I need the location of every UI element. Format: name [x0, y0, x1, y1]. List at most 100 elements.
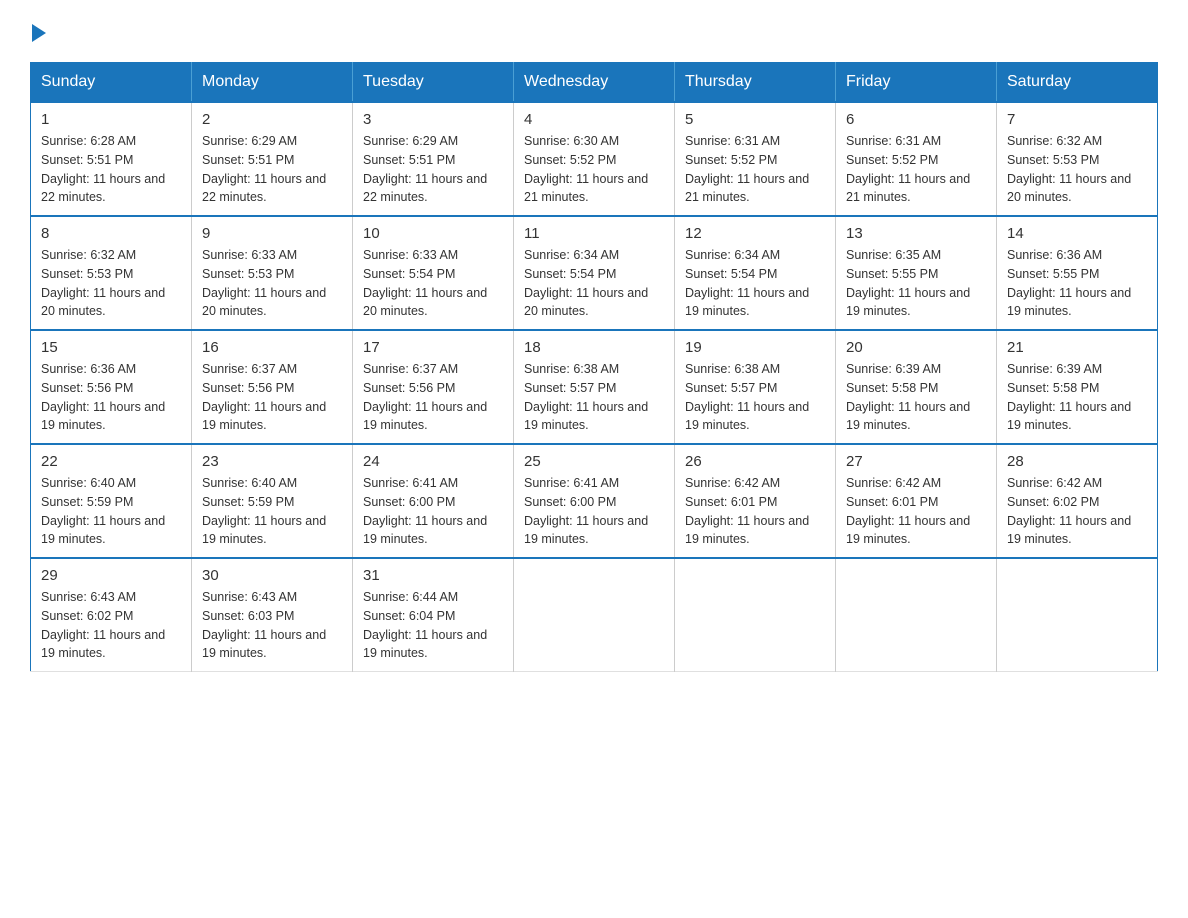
- day-info: Sunrise: 6:32 AM Sunset: 5:53 PM Dayligh…: [41, 246, 181, 321]
- day-number: 16: [202, 339, 342, 356]
- day-number: 27: [846, 453, 986, 470]
- day-number: 15: [41, 339, 181, 356]
- day-info: Sunrise: 6:36 AM Sunset: 5:56 PM Dayligh…: [41, 360, 181, 435]
- day-info: Sunrise: 6:41 AM Sunset: 6:00 PM Dayligh…: [363, 474, 503, 549]
- calendar-cell: 29 Sunrise: 6:43 AM Sunset: 6:02 PM Dayl…: [31, 558, 192, 672]
- day-info: Sunrise: 6:42 AM Sunset: 6:01 PM Dayligh…: [846, 474, 986, 549]
- calendar-cell: [997, 558, 1158, 672]
- page-header: [30, 20, 1158, 42]
- calendar-cell: 2 Sunrise: 6:29 AM Sunset: 5:51 PM Dayli…: [192, 102, 353, 216]
- calendar-cell: 31 Sunrise: 6:44 AM Sunset: 6:04 PM Dayl…: [353, 558, 514, 672]
- calendar-cell: 3 Sunrise: 6:29 AM Sunset: 5:51 PM Dayli…: [353, 102, 514, 216]
- calendar-table: SundayMondayTuesdayWednesdayThursdayFrid…: [30, 62, 1158, 672]
- day-number: 3: [363, 111, 503, 128]
- day-info: Sunrise: 6:30 AM Sunset: 5:52 PM Dayligh…: [524, 132, 664, 207]
- day-info: Sunrise: 6:37 AM Sunset: 5:56 PM Dayligh…: [202, 360, 342, 435]
- calendar-week-row: 8 Sunrise: 6:32 AM Sunset: 5:53 PM Dayli…: [31, 216, 1158, 330]
- calendar-cell: 25 Sunrise: 6:41 AM Sunset: 6:00 PM Dayl…: [514, 444, 675, 558]
- calendar-week-row: 22 Sunrise: 6:40 AM Sunset: 5:59 PM Dayl…: [31, 444, 1158, 558]
- day-number: 13: [846, 225, 986, 242]
- calendar-cell: 4 Sunrise: 6:30 AM Sunset: 5:52 PM Dayli…: [514, 102, 675, 216]
- day-number: 23: [202, 453, 342, 470]
- day-number: 5: [685, 111, 825, 128]
- calendar-cell: 30 Sunrise: 6:43 AM Sunset: 6:03 PM Dayl…: [192, 558, 353, 672]
- day-number: 18: [524, 339, 664, 356]
- day-info: Sunrise: 6:29 AM Sunset: 5:51 PM Dayligh…: [363, 132, 503, 207]
- day-info: Sunrise: 6:28 AM Sunset: 5:51 PM Dayligh…: [41, 132, 181, 207]
- calendar-cell: 21 Sunrise: 6:39 AM Sunset: 5:58 PM Dayl…: [997, 330, 1158, 444]
- calendar-cell: 10 Sunrise: 6:33 AM Sunset: 5:54 PM Dayl…: [353, 216, 514, 330]
- day-info: Sunrise: 6:34 AM Sunset: 5:54 PM Dayligh…: [685, 246, 825, 321]
- calendar-cell: 6 Sunrise: 6:31 AM Sunset: 5:52 PM Dayli…: [836, 102, 997, 216]
- day-number: 11: [524, 225, 664, 242]
- day-info: Sunrise: 6:32 AM Sunset: 5:53 PM Dayligh…: [1007, 132, 1147, 207]
- calendar-cell: [514, 558, 675, 672]
- day-number: 30: [202, 567, 342, 584]
- day-number: 9: [202, 225, 342, 242]
- calendar-cell: 16 Sunrise: 6:37 AM Sunset: 5:56 PM Dayl…: [192, 330, 353, 444]
- calendar-cell: [675, 558, 836, 672]
- day-info: Sunrise: 6:33 AM Sunset: 5:53 PM Dayligh…: [202, 246, 342, 321]
- day-info: Sunrise: 6:35 AM Sunset: 5:55 PM Dayligh…: [846, 246, 986, 321]
- day-info: Sunrise: 6:33 AM Sunset: 5:54 PM Dayligh…: [363, 246, 503, 321]
- calendar-cell: 11 Sunrise: 6:34 AM Sunset: 5:54 PM Dayl…: [514, 216, 675, 330]
- calendar-cell: 23 Sunrise: 6:40 AM Sunset: 5:59 PM Dayl…: [192, 444, 353, 558]
- day-number: 4: [524, 111, 664, 128]
- calendar-cell: 28 Sunrise: 6:42 AM Sunset: 6:02 PM Dayl…: [997, 444, 1158, 558]
- day-info: Sunrise: 6:39 AM Sunset: 5:58 PM Dayligh…: [846, 360, 986, 435]
- header-thursday: Thursday: [675, 63, 836, 103]
- calendar-cell: 7 Sunrise: 6:32 AM Sunset: 5:53 PM Dayli…: [997, 102, 1158, 216]
- day-info: Sunrise: 6:39 AM Sunset: 5:58 PM Dayligh…: [1007, 360, 1147, 435]
- day-number: 28: [1007, 453, 1147, 470]
- header-tuesday: Tuesday: [353, 63, 514, 103]
- day-info: Sunrise: 6:41 AM Sunset: 6:00 PM Dayligh…: [524, 474, 664, 549]
- day-number: 17: [363, 339, 503, 356]
- day-info: Sunrise: 6:43 AM Sunset: 6:02 PM Dayligh…: [41, 588, 181, 663]
- header-wednesday: Wednesday: [514, 63, 675, 103]
- calendar-cell: 1 Sunrise: 6:28 AM Sunset: 5:51 PM Dayli…: [31, 102, 192, 216]
- day-number: 21: [1007, 339, 1147, 356]
- day-number: 6: [846, 111, 986, 128]
- day-number: 8: [41, 225, 181, 242]
- calendar-cell: 24 Sunrise: 6:41 AM Sunset: 6:00 PM Dayl…: [353, 444, 514, 558]
- logo: [30, 20, 46, 42]
- day-number: 29: [41, 567, 181, 584]
- day-info: Sunrise: 6:40 AM Sunset: 5:59 PM Dayligh…: [41, 474, 181, 549]
- day-number: 25: [524, 453, 664, 470]
- calendar-cell: [836, 558, 997, 672]
- calendar-cell: 27 Sunrise: 6:42 AM Sunset: 6:01 PM Dayl…: [836, 444, 997, 558]
- day-info: Sunrise: 6:38 AM Sunset: 5:57 PM Dayligh…: [685, 360, 825, 435]
- calendar-cell: 8 Sunrise: 6:32 AM Sunset: 5:53 PM Dayli…: [31, 216, 192, 330]
- calendar-week-row: 15 Sunrise: 6:36 AM Sunset: 5:56 PM Dayl…: [31, 330, 1158, 444]
- header-saturday: Saturday: [997, 63, 1158, 103]
- calendar-cell: 22 Sunrise: 6:40 AM Sunset: 5:59 PM Dayl…: [31, 444, 192, 558]
- day-info: Sunrise: 6:38 AM Sunset: 5:57 PM Dayligh…: [524, 360, 664, 435]
- day-number: 26: [685, 453, 825, 470]
- day-number: 12: [685, 225, 825, 242]
- day-number: 1: [41, 111, 181, 128]
- day-info: Sunrise: 6:31 AM Sunset: 5:52 PM Dayligh…: [685, 132, 825, 207]
- day-number: 19: [685, 339, 825, 356]
- calendar-cell: 5 Sunrise: 6:31 AM Sunset: 5:52 PM Dayli…: [675, 102, 836, 216]
- day-info: Sunrise: 6:36 AM Sunset: 5:55 PM Dayligh…: [1007, 246, 1147, 321]
- calendar-cell: 14 Sunrise: 6:36 AM Sunset: 5:55 PM Dayl…: [997, 216, 1158, 330]
- logo-arrow-icon: [32, 24, 46, 42]
- header-monday: Monday: [192, 63, 353, 103]
- day-number: 14: [1007, 225, 1147, 242]
- calendar-week-row: 1 Sunrise: 6:28 AM Sunset: 5:51 PM Dayli…: [31, 102, 1158, 216]
- calendar-cell: 9 Sunrise: 6:33 AM Sunset: 5:53 PM Dayli…: [192, 216, 353, 330]
- day-info: Sunrise: 6:43 AM Sunset: 6:03 PM Dayligh…: [202, 588, 342, 663]
- day-number: 31: [363, 567, 503, 584]
- calendar-cell: 26 Sunrise: 6:42 AM Sunset: 6:01 PM Dayl…: [675, 444, 836, 558]
- day-info: Sunrise: 6:34 AM Sunset: 5:54 PM Dayligh…: [524, 246, 664, 321]
- calendar-cell: 19 Sunrise: 6:38 AM Sunset: 5:57 PM Dayl…: [675, 330, 836, 444]
- day-number: 20: [846, 339, 986, 356]
- header-friday: Friday: [836, 63, 997, 103]
- day-number: 22: [41, 453, 181, 470]
- day-info: Sunrise: 6:42 AM Sunset: 6:01 PM Dayligh…: [685, 474, 825, 549]
- calendar-cell: 13 Sunrise: 6:35 AM Sunset: 5:55 PM Dayl…: [836, 216, 997, 330]
- day-info: Sunrise: 6:44 AM Sunset: 6:04 PM Dayligh…: [363, 588, 503, 663]
- calendar-header-row: SundayMondayTuesdayWednesdayThursdayFrid…: [31, 63, 1158, 103]
- header-sunday: Sunday: [31, 63, 192, 103]
- day-number: 2: [202, 111, 342, 128]
